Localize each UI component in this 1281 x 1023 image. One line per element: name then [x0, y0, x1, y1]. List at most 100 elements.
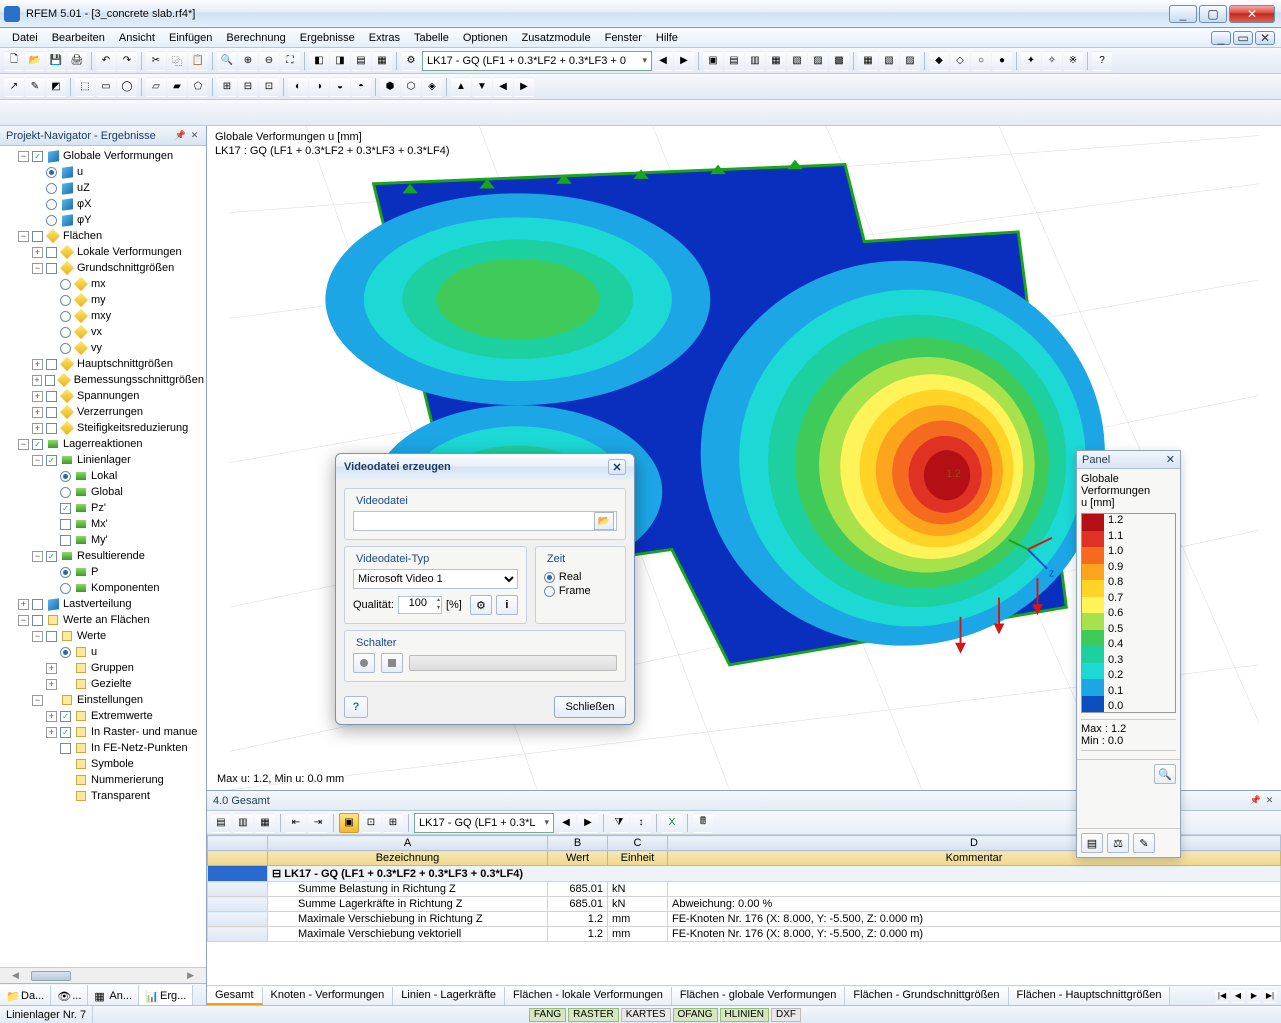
- tb2-t-icon[interactable]: ▲: [451, 77, 471, 97]
- expand-icon[interactable]: [46, 295, 57, 306]
- tree-item[interactable]: −Einstellungen: [2, 692, 204, 708]
- tb-next-icon[interactable]: ▶: [674, 51, 694, 71]
- checkbox[interactable]: [32, 599, 43, 610]
- tb-view2-icon[interactable]: ◨: [330, 51, 350, 71]
- bp-tb3-icon[interactable]: ▦: [255, 813, 275, 833]
- videofile-path-input[interactable]: 📂: [353, 511, 617, 531]
- checkbox[interactable]: [46, 631, 57, 642]
- tb-paste-icon[interactable]: 📋: [188, 51, 208, 71]
- bp-tb-highlight-icon[interactable]: ▣: [339, 813, 359, 833]
- radio[interactable]: [46, 183, 57, 194]
- menu-optionen[interactable]: Optionen: [457, 30, 514, 46]
- tb-r4-icon[interactable]: ▦: [766, 51, 786, 71]
- tabs-last-icon[interactable]: ▶|: [1263, 989, 1277, 1003]
- tree-item[interactable]: −Resultierende: [2, 548, 204, 564]
- radio[interactable]: [60, 343, 71, 354]
- expand-icon[interactable]: +: [46, 679, 57, 690]
- mdi-restore-button[interactable]: ▭: [1233, 31, 1253, 45]
- expand-icon[interactable]: +: [32, 247, 43, 258]
- video-type-combo[interactable]: Microsoft Video 1: [353, 569, 518, 589]
- tree-item[interactable]: −Grundschnittgrößen: [2, 260, 204, 276]
- bp-calc-icon[interactable]: 🖩: [693, 813, 713, 833]
- tb-x1-icon[interactable]: ✦: [1021, 51, 1041, 71]
- tb-view1-icon[interactable]: ◧: [309, 51, 329, 71]
- radio[interactable]: [46, 199, 57, 210]
- dialog-close-button[interactable]: Schließen: [554, 696, 626, 718]
- checkbox[interactable]: [46, 423, 57, 434]
- tb-x3-icon[interactable]: ※: [1063, 51, 1083, 71]
- nav-tab-3[interactable]: ▦An...: [88, 985, 139, 1005]
- legend-tool1-icon[interactable]: ▤: [1081, 833, 1103, 853]
- expand-icon[interactable]: +: [32, 423, 43, 434]
- tb-view4-icon[interactable]: ▦: [372, 51, 392, 71]
- legend-zoom-icon[interactable]: 🔍: [1154, 764, 1176, 784]
- tb2-g-icon[interactable]: ▱: [146, 77, 166, 97]
- stop-button[interactable]: [381, 653, 403, 673]
- tree-item[interactable]: +Bemessungsschnittgrößen: [2, 372, 204, 388]
- tb-x2-icon[interactable]: ✧: [1042, 51, 1062, 71]
- status-ofang[interactable]: OFANG: [673, 1008, 718, 1022]
- expand-icon[interactable]: −: [32, 631, 43, 642]
- bp-filter-icon[interactable]: ⧩: [609, 813, 629, 833]
- panel-close-icon[interactable]: ✕: [189, 130, 200, 141]
- expand-icon[interactable]: +: [46, 727, 57, 738]
- checkbox[interactable]: [60, 727, 71, 738]
- expand-icon[interactable]: [46, 567, 57, 578]
- record-button[interactable]: [353, 653, 375, 673]
- tree-item[interactable]: mxy: [2, 308, 204, 324]
- video-dialog[interactable]: Videodatei erzeugen ✕ Videodatei 📂 Video…: [335, 453, 635, 725]
- expand-icon[interactable]: −: [18, 151, 29, 162]
- bptab-linien[interactable]: Linien - Lagerkräfte: [393, 987, 505, 1005]
- tb2-u-icon[interactable]: ▼: [472, 77, 492, 97]
- menu-zusatzmodule[interactable]: Zusatzmodule: [516, 30, 597, 46]
- col-einheit[interactable]: Einheit: [608, 851, 668, 866]
- tree-item[interactable]: +In Raster- und manue: [2, 724, 204, 740]
- tb-redo-icon[interactable]: ↷: [117, 51, 137, 71]
- expand-icon[interactable]: −: [18, 439, 29, 450]
- tree-item[interactable]: vx: [2, 324, 204, 340]
- menu-berechnung[interactable]: Berechnung: [220, 30, 291, 46]
- expand-icon[interactable]: [46, 343, 57, 354]
- bptab-knoten[interactable]: Knoten - Verformungen: [263, 987, 394, 1005]
- tb2-e-icon[interactable]: ▭: [96, 77, 116, 97]
- bp-tb7-icon[interactable]: ⊞: [383, 813, 403, 833]
- status-raster[interactable]: RASTER: [568, 1008, 619, 1022]
- tb-zoom-out-icon[interactable]: ⊖: [259, 51, 279, 71]
- checkbox[interactable]: [32, 615, 43, 626]
- tb-copy-icon[interactable]: ⿻: [167, 51, 187, 71]
- menu-extras[interactable]: Extras: [363, 30, 406, 46]
- tb2-n-icon[interactable]: ◑: [309, 77, 329, 97]
- expand-icon[interactable]: [32, 199, 43, 210]
- progress-slider[interactable]: [409, 655, 617, 671]
- bptab-gesamt[interactable]: Gesamt: [207, 987, 263, 1005]
- tabs-next-icon[interactable]: ▶: [1247, 989, 1261, 1003]
- col-kommentar[interactable]: Kommentar: [668, 851, 1281, 866]
- expand-icon[interactable]: +: [32, 407, 43, 418]
- dialog-titlebar[interactable]: Videodatei erzeugen ✕: [336, 454, 634, 480]
- tree-item[interactable]: −Werte: [2, 628, 204, 644]
- bptab-fhaupt[interactable]: Flächen - Hauptschnittgrößen: [1009, 987, 1171, 1005]
- tree-item[interactable]: −Lagerreaktionen: [2, 436, 204, 452]
- tree-item[interactable]: Komponenten: [2, 580, 204, 596]
- menu-hilfe[interactable]: Hilfe: [650, 30, 684, 46]
- tb2-j-icon[interactable]: ⊞: [217, 77, 237, 97]
- loadcase-combo[interactable]: LK17 - GQ (LF1 + 0.3*LF2 + 0.3*LF3 + 0: [422, 51, 652, 71]
- radio[interactable]: [60, 567, 71, 578]
- tree-item[interactable]: Nummerierung: [2, 772, 204, 788]
- expand-icon[interactable]: −: [18, 615, 29, 626]
- tree-item[interactable]: +Extremwerte: [2, 708, 204, 724]
- expand-icon[interactable]: [32, 215, 43, 226]
- tb-r2-icon[interactable]: ▤: [724, 51, 744, 71]
- tb-m2-icon[interactable]: ◇: [950, 51, 970, 71]
- bp-tb5-icon[interactable]: ⇥: [308, 813, 328, 833]
- tree-item[interactable]: Global: [2, 484, 204, 500]
- checkbox[interactable]: [32, 439, 43, 450]
- expand-icon[interactable]: −: [18, 231, 29, 242]
- dialog-help-icon[interactable]: ?: [344, 696, 368, 718]
- tb-zoom-fit-icon[interactable]: ⛶: [280, 51, 300, 71]
- table-row[interactable]: Maximale Verschiebung vektoriell1.2mmFE-…: [208, 927, 1281, 942]
- tb2-m-icon[interactable]: ◐: [288, 77, 308, 97]
- menu-einfuegen[interactable]: Einfügen: [163, 30, 218, 46]
- nav-tab-2[interactable]: 👁...: [51, 985, 88, 1005]
- quality-spinner[interactable]: 100: [398, 596, 442, 614]
